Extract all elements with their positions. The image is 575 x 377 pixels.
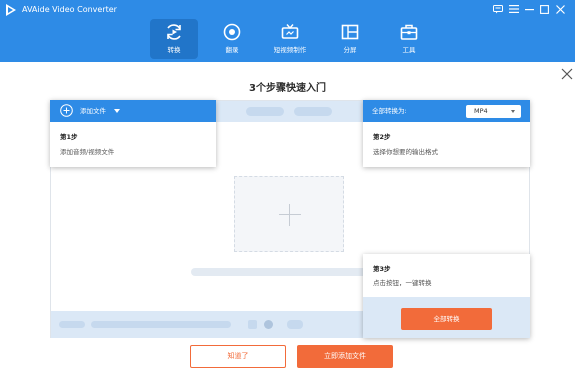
chat-icon[interactable] — [491, 2, 505, 16]
plus-icon — [279, 214, 301, 215]
step1-description: 添加音频/视频文件 — [60, 148, 115, 156]
close-guide-icon[interactable] — [560, 67, 574, 81]
step3-card: 第3步 点击按钮，一键转换 全部转换 — [363, 254, 530, 338]
step1-number: 第1步 — [60, 133, 78, 141]
ripper-icon — [223, 23, 241, 41]
step3-number: 第3步 — [373, 265, 391, 273]
tab-collage[interactable]: 分屏 — [326, 19, 374, 59]
convert-all-to-bar: 全部转换为: MP4 — [363, 100, 530, 122]
title-bar: AVAide Video Converter 转换 翻录 短视频制作 分屏 工具 — [0, 0, 575, 62]
maximize-icon[interactable] — [537, 2, 551, 16]
mv-icon — [281, 24, 299, 39]
chevron-down-icon — [511, 110, 515, 113]
step3-description: 点击按钮，一键转换 — [373, 279, 432, 287]
file-drop-zone[interactable] — [234, 176, 344, 252]
got-it-button[interactable]: 知道了 — [190, 345, 286, 368]
add-file-label: 添加文件 — [80, 107, 106, 115]
tab-convert[interactable]: 转换 — [150, 19, 198, 59]
add-file-button[interactable]: 添加文件 — [50, 100, 216, 122]
output-path-field — [91, 321, 231, 328]
output-format-select[interactable]: MP4 — [466, 105, 521, 118]
tab-label: 分屏 — [343, 46, 357, 54]
dropdown-caret-icon — [114, 109, 120, 113]
tab-toolbox[interactable]: 工具 — [385, 19, 433, 59]
step2-number: 第2步 — [373, 133, 391, 141]
app-logo-icon — [6, 4, 16, 16]
add-file-now-button[interactable]: 立即添加文件 — [297, 345, 393, 368]
convert-icon — [167, 24, 181, 40]
settings-icon — [264, 320, 273, 329]
guide-title: 3个步骤快速入门 — [249, 83, 326, 94]
step2-description: 选择你想要的输出格式 — [373, 148, 438, 156]
tab-mv[interactable]: 短视频制作 — [266, 19, 314, 59]
convert-all-to-label: 全部转换为: — [372, 107, 407, 115]
collage-icon — [341, 24, 359, 40]
toolbar-pill — [294, 107, 332, 116]
speed-icon — [287, 320, 303, 329]
convert-all-button[interactable]: 全部转换 — [401, 308, 492, 330]
minimize-icon[interactable] — [522, 2, 536, 16]
step1-card: 添加文件 第1步 添加音频/视频文件 — [50, 100, 216, 167]
close-icon[interactable] — [553, 2, 567, 16]
toolbar-pill — [246, 107, 284, 116]
placeholder-pill — [59, 321, 85, 328]
toolbox-icon — [400, 24, 418, 40]
tab-label: 工具 — [402, 46, 416, 54]
folder-icon — [248, 320, 257, 329]
step2-card: 全部转换为: MP4 第2步 选择你想要的输出格式 — [363, 100, 530, 167]
placeholder-bar — [191, 268, 391, 276]
add-circle-icon — [60, 104, 73, 117]
app-title: AVAide Video Converter — [22, 5, 117, 14]
format-value: MP4 — [474, 107, 488, 115]
tab-label: 短视频制作 — [273, 46, 307, 54]
menu-icon[interactable] — [507, 2, 521, 16]
tab-ripper[interactable]: 翻录 — [208, 19, 256, 59]
